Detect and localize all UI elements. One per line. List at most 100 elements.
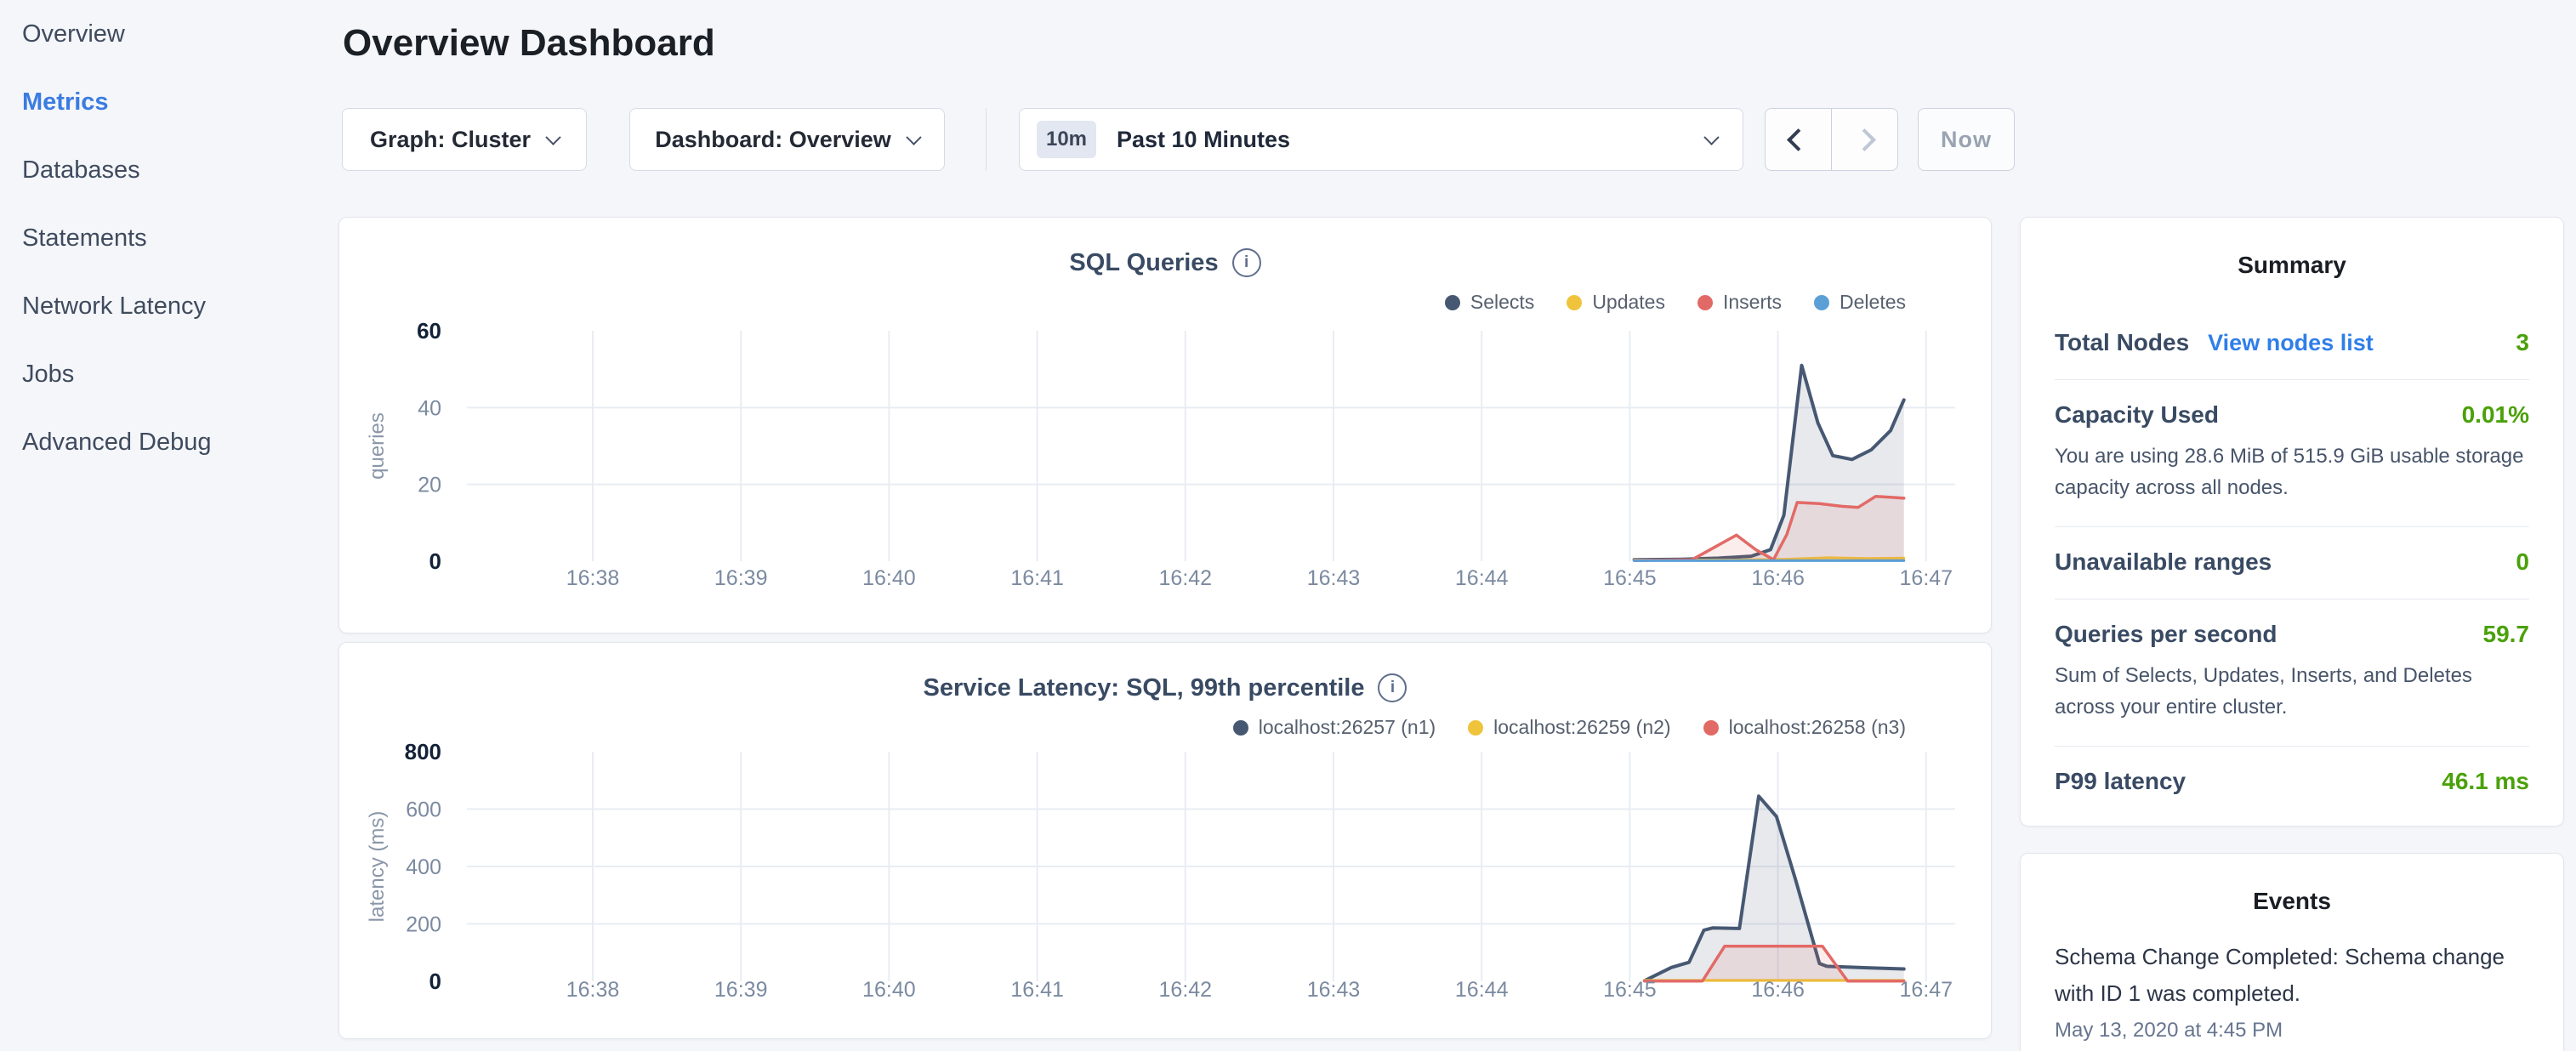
summary-row: Queries per second59.7 Sum of Selects, Up… — [2055, 599, 2529, 747]
chevron-down-icon — [545, 129, 560, 145]
chart-title: Service Latency: SQL, 99th percentile i — [339, 673, 1991, 702]
svg-text:60: 60 — [417, 318, 441, 344]
svg-text:16:38: 16:38 — [566, 978, 620, 1002]
chart-title-text: SQL Queries — [1069, 249, 1218, 277]
sidebar-nav: OverviewMetricsDatabasesStatementsNetwor… — [0, 0, 332, 1051]
time-step-buttons — [1765, 108, 1898, 171]
sidebar-item-advanced-debug[interactable]: Advanced Debug — [22, 408, 332, 476]
svg-text:16:44: 16:44 — [1455, 566, 1509, 590]
summary-row-head: Queries per second59.7 — [2055, 621, 2529, 648]
svg-text:16:38: 16:38 — [566, 566, 620, 590]
summary-panel: Summary Total Nodes View nodes list 3 Capac… — [2020, 217, 2564, 827]
time-range-dropdown[interactable]: 10m Past 10 Minutes — [1019, 108, 1743, 171]
chart-title: SQL Queries i — [339, 248, 1991, 277]
sidebar-item-statements[interactable]: Statements — [22, 204, 332, 272]
legend-dot-icon — [1233, 720, 1248, 736]
summary-row-label: P99 latency — [2055, 768, 2186, 795]
svg-text:0: 0 — [429, 969, 441, 994]
summary-row: Unavailable ranges 0 — [2055, 527, 2529, 599]
event-item: Schema Change Completed: Schema change w… — [2055, 939, 2529, 1042]
legend-label: Updates — [1592, 291, 1665, 314]
view-nodes-link[interactable]: View nodes list — [2208, 330, 2374, 356]
chart-canvas[interactable]: 020040060080016:3816:3916:4016:4116:4216… — [339, 643, 1993, 1040]
svg-text:queries: queries — [366, 412, 389, 480]
svg-text:16:42: 16:42 — [1159, 978, 1213, 1002]
sidebar-item-databases[interactable]: Databases — [22, 136, 332, 204]
summary-row: Total Nodes View nodes list 3 — [2055, 308, 2529, 380]
event-timestamp: May 13, 2020 at 4:45 PM — [2055, 1019, 2529, 1042]
svg-text:16:40: 16:40 — [862, 566, 916, 590]
events-title: Events — [2021, 854, 2563, 915]
chart-canvas[interactable]: 020406016:3816:3916:4016:4116:4216:4316:… — [339, 218, 1993, 634]
svg-text:0: 0 — [429, 548, 441, 574]
sidebar-list: OverviewMetricsDatabasesStatementsNetwor… — [0, 0, 332, 476]
legend-dot-icon — [1567, 295, 1582, 310]
svg-text:16:47: 16:47 — [1900, 566, 1953, 590]
svg-text:latency (ms): latency (ms) — [366, 811, 389, 923]
summary-title: Summary — [2021, 218, 2563, 279]
svg-text:16:47: 16:47 — [1900, 978, 1953, 1002]
svg-text:200: 200 — [406, 913, 441, 937]
sidebar-item-network-latency[interactable]: Network Latency — [22, 272, 332, 340]
legend-label: localhost:26257 (n1) — [1259, 716, 1436, 739]
prev-time-button[interactable] — [1766, 109, 1831, 170]
svg-text:400: 400 — [406, 855, 441, 879]
svg-text:16:41: 16:41 — [1010, 978, 1064, 1002]
info-icon[interactable]: i — [1378, 673, 1407, 702]
legend-label: Deletes — [1840, 291, 1906, 314]
summary-row-label: Queries per second — [2055, 621, 2277, 648]
next-time-button[interactable] — [1831, 109, 1897, 170]
svg-text:600: 600 — [406, 798, 441, 822]
legend-dot-icon — [1697, 295, 1713, 310]
legend-dot-icon — [1468, 720, 1483, 736]
chevron-down-icon — [906, 129, 921, 145]
legend-label: Inserts — [1723, 291, 1782, 314]
page-title: Overview Dashboard — [343, 22, 715, 65]
legend-dot-icon — [1814, 295, 1829, 310]
chevron-right-icon — [1853, 128, 1876, 151]
summary-row-description: Sum of Selects, Updates, Inserts, and De… — [2055, 660, 2529, 723]
chevron-left-icon — [1787, 128, 1810, 151]
sidebar-item-jobs[interactable]: Jobs — [22, 340, 332, 408]
chart-legend: localhost:26257 (n1)localhost:26259 (n2)… — [1233, 716, 1906, 739]
svg-text:16:46: 16:46 — [1751, 978, 1805, 1002]
summary-row-value: 3 — [2516, 329, 2529, 356]
summary-row-label: Unavailable ranges — [2055, 548, 2272, 576]
db-console-page: OverviewMetricsDatabasesStatementsNetwor… — [0, 0, 2576, 1051]
summary-row: Capacity Used0.01%You are using 28.6 MiB… — [2055, 380, 2529, 527]
graph-scope-label: Graph: Cluster — [370, 127, 531, 153]
info-icon[interactable]: i — [1232, 248, 1261, 277]
svg-text:16:43: 16:43 — [1307, 566, 1361, 590]
summary-row-value: 0 — [2516, 548, 2529, 576]
legend-dot-icon — [1703, 720, 1719, 736]
controls-divider — [986, 108, 987, 171]
svg-text:800: 800 — [405, 739, 441, 764]
dashboard-label: Dashboard: Overview — [655, 127, 891, 153]
chart-title-text: Service Latency: SQL, 99th percentile — [924, 674, 1365, 702]
controls-row: Graph: Cluster Dashboard: Overview 10m P… — [342, 108, 2026, 171]
dashboard-dropdown[interactable]: Dashboard: Overview — [629, 108, 945, 171]
time-window-label: Past 10 Minutes — [1117, 127, 1706, 153]
svg-text:40: 40 — [418, 396, 441, 420]
svg-text:16:39: 16:39 — [714, 978, 768, 1002]
sidebar-item-metrics[interactable]: Metrics — [22, 68, 332, 136]
legend-dot-icon — [1445, 295, 1460, 310]
sidebar-item-overview[interactable]: Overview — [22, 0, 332, 68]
legend-item: Updates — [1567, 291, 1665, 314]
summary-row-label: Capacity Used — [2055, 401, 2219, 429]
events-panel: Events Schema Change Completed: Schema c… — [2020, 853, 2564, 1051]
summary-body: Total Nodes View nodes list 3 Capacity Used… — [2021, 308, 2563, 818]
svg-text:16:39: 16:39 — [714, 566, 768, 590]
summary-row-head: Total Nodes View nodes list 3 — [2055, 329, 2529, 356]
svg-text:16:41: 16:41 — [1010, 566, 1064, 590]
sql-queries-chart-card: 020406016:3816:3916:4016:4116:4216:4316:… — [338, 217, 1992, 633]
summary-row-label: Total Nodes — [2055, 329, 2189, 356]
graph-scope-dropdown[interactable]: Graph: Cluster — [342, 108, 587, 171]
svg-text:16:42: 16:42 — [1159, 566, 1213, 590]
events-body: Schema Change Completed: Schema change w… — [2021, 939, 2563, 1042]
summary-row-head: P99 latency46.1 ms — [2055, 768, 2529, 795]
summary-row-description: You are using 28.6 MiB of 515.9 GiB usab… — [2055, 440, 2529, 503]
svg-text:16:44: 16:44 — [1455, 978, 1509, 1002]
now-button[interactable]: Now — [1918, 108, 2015, 171]
svg-text:16:45: 16:45 — [1603, 566, 1657, 590]
